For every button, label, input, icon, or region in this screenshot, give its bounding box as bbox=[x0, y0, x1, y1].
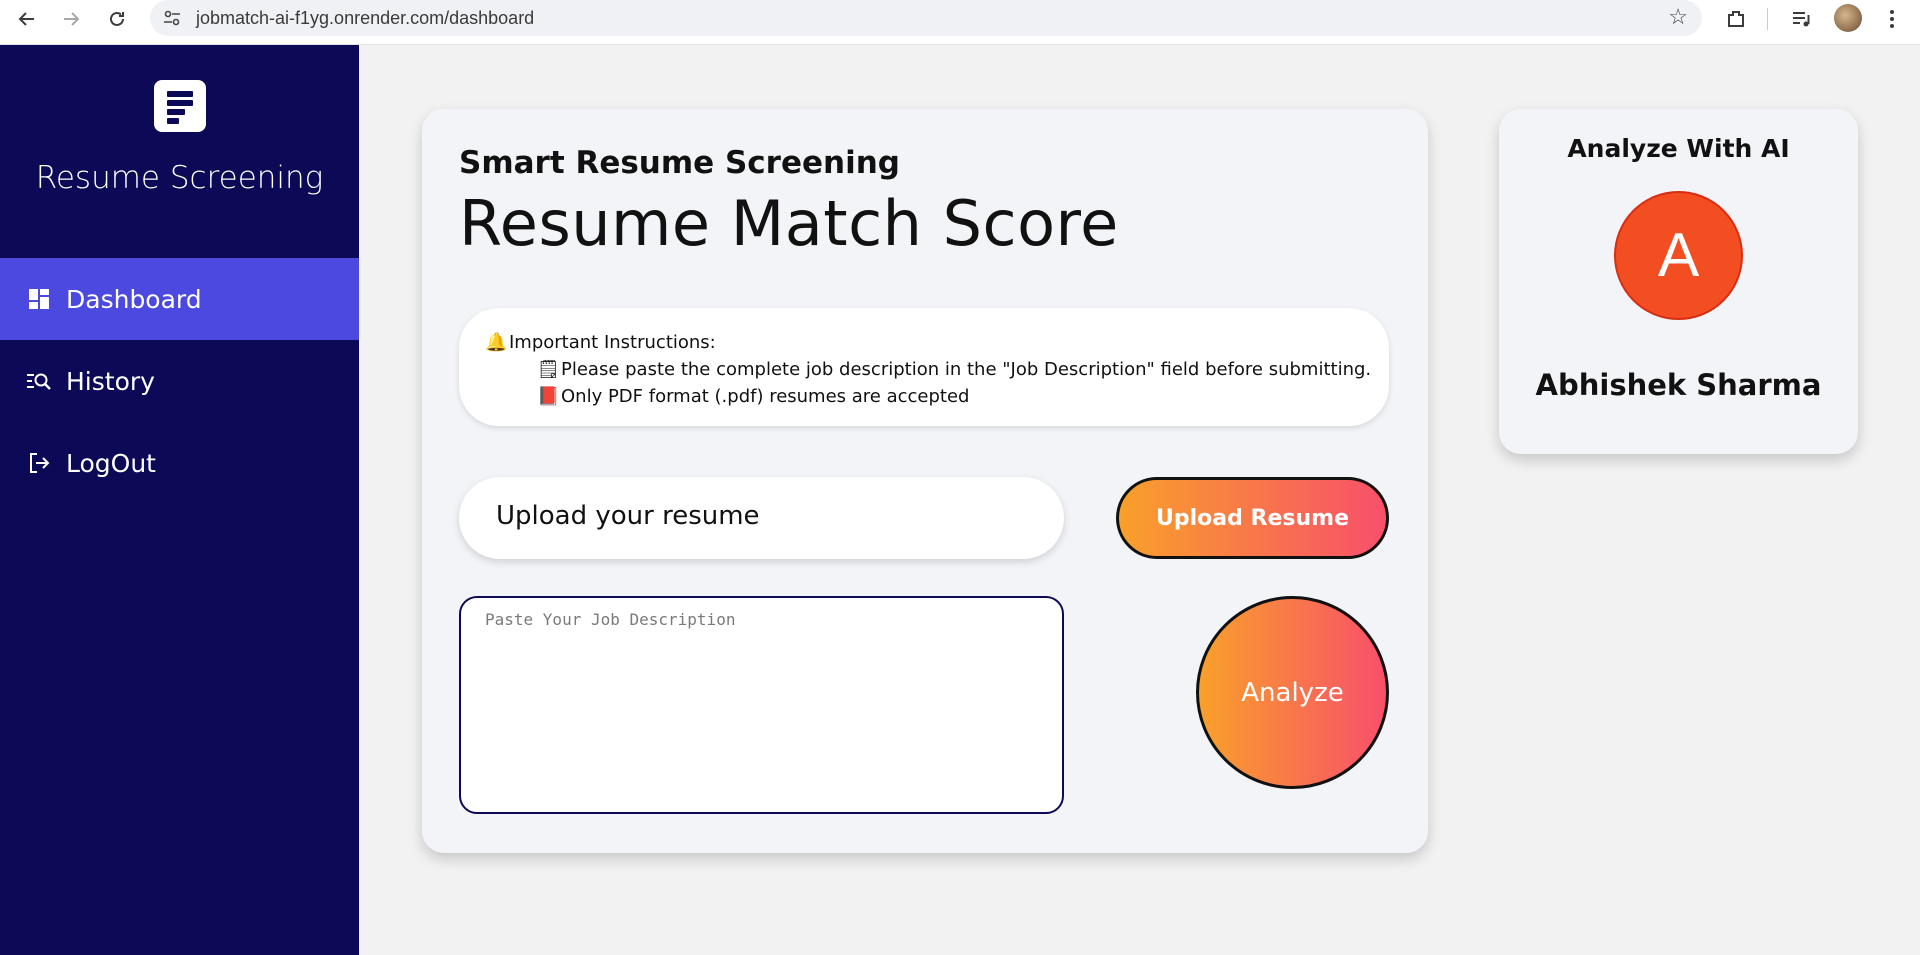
resume-match-card: Smart Resume Screening Resume Match Scor… bbox=[422, 109, 1428, 853]
reload-icon[interactable] bbox=[102, 4, 132, 34]
page-subtitle: Smart Resume Screening bbox=[459, 145, 900, 181]
address-bar[interactable]: jobmatch-ai-f1yg.onrender.com/dashboard … bbox=[150, 0, 1702, 36]
instructions-panel: 🔔Important Instructions: 🗒Please paste t… bbox=[459, 308, 1389, 426]
browser-toolbar: jobmatch-ai-f1yg.onrender.com/dashboard … bbox=[0, 0, 1920, 45]
extensions-icon[interactable] bbox=[1722, 5, 1750, 33]
back-arrow-icon[interactable] bbox=[12, 4, 42, 34]
sidebar-item-label: LogOut bbox=[66, 448, 156, 478]
upload-resume-button[interactable]: Upload Resume bbox=[1116, 477, 1389, 559]
dashboard-icon bbox=[26, 286, 52, 312]
book-icon: 📕 bbox=[537, 386, 560, 407]
sidebar-item-dashboard[interactable]: Dashboard bbox=[0, 258, 359, 340]
history-search-icon bbox=[26, 368, 52, 394]
sidebar-item-label: History bbox=[66, 366, 155, 396]
sidebar: Resume Screening Dashboard History LogOu… bbox=[0, 45, 359, 955]
app-logo-icon bbox=[154, 80, 206, 132]
brand-title: Resume Screening bbox=[35, 160, 324, 196]
notepad-icon: 🗒 bbox=[537, 359, 560, 380]
bookmark-star-icon[interactable]: ☆ bbox=[1668, 4, 1688, 30]
toolbar-divider bbox=[1767, 8, 1768, 30]
instructions-heading: 🔔Important Instructions: bbox=[485, 332, 716, 353]
instruction-item: 📕Only PDF format (.pdf) resumes are acce… bbox=[537, 386, 970, 407]
sidebar-item-label: Dashboard bbox=[66, 284, 202, 314]
profile-avatar[interactable] bbox=[1834, 4, 1862, 32]
analyze-button[interactable]: Analyze bbox=[1196, 596, 1389, 789]
page-title: Resume Match Score bbox=[459, 187, 1119, 260]
sidebar-item-history[interactable]: History bbox=[0, 340, 359, 422]
profile-card: Analyze With AI A Abhishek Sharma bbox=[1499, 109, 1858, 454]
upload-field-label: Upload your resume bbox=[496, 501, 760, 531]
profile-heading: Analyze With AI bbox=[1567, 134, 1790, 163]
bell-icon: 🔔 bbox=[485, 332, 508, 353]
sidebar-item-logout[interactable]: LogOut bbox=[0, 422, 359, 504]
avatar: A bbox=[1614, 191, 1743, 320]
site-info-icon[interactable] bbox=[162, 8, 182, 28]
url-text[interactable]: jobmatch-ai-f1yg.onrender.com/dashboard bbox=[196, 8, 534, 29]
job-description-input[interactable] bbox=[459, 596, 1064, 814]
resume-file-field[interactable]: Upload your resume bbox=[459, 477, 1064, 559]
media-controls-icon[interactable] bbox=[1787, 5, 1815, 33]
user-name: Abhishek Sharma bbox=[1535, 368, 1822, 402]
instruction-item: 🗒Please paste the complete job descripti… bbox=[537, 359, 1372, 380]
forward-arrow-icon[interactable] bbox=[56, 4, 86, 34]
logout-icon bbox=[26, 450, 52, 476]
kebab-menu-icon[interactable] bbox=[1878, 5, 1906, 33]
